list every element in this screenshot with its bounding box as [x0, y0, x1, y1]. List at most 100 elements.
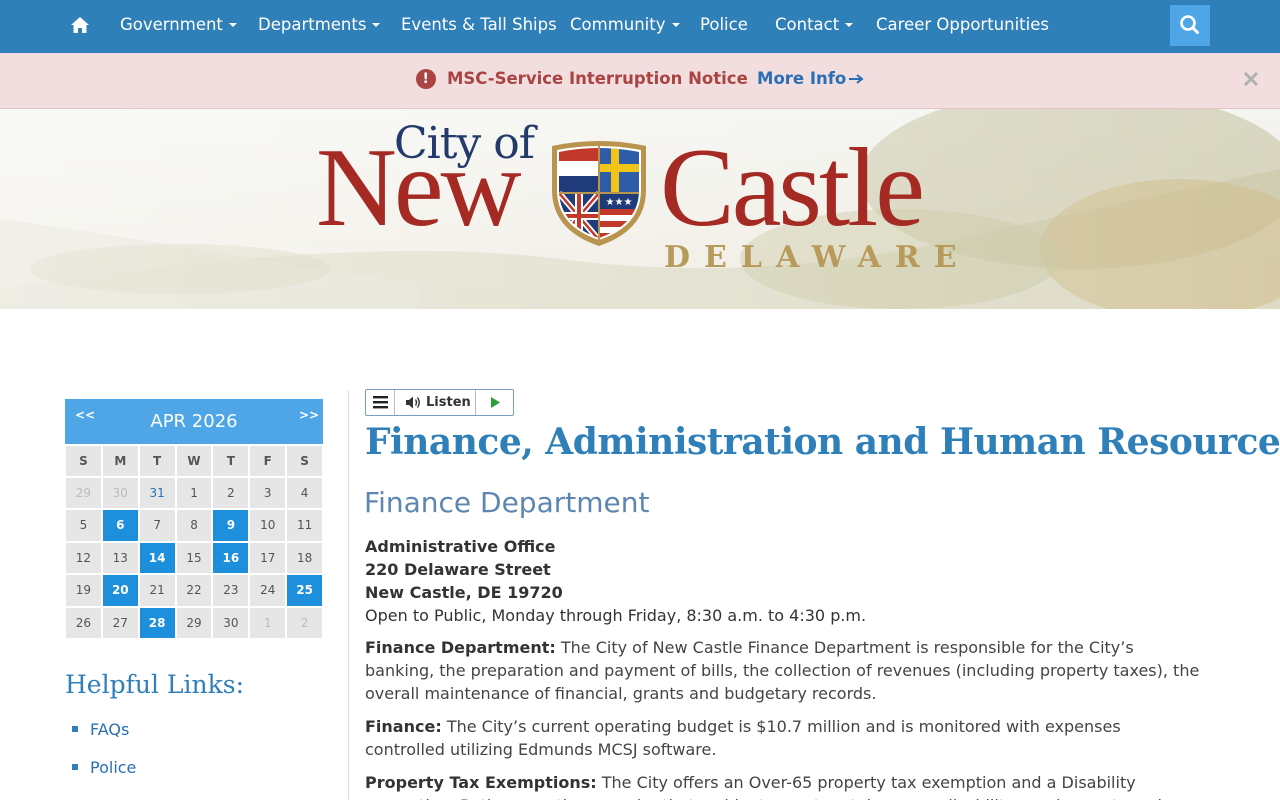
more-info-link[interactable]: More Info	[757, 69, 864, 88]
calendar-day: 29	[175, 606, 213, 639]
paragraph-label: Finance Department:	[365, 638, 556, 657]
bullet-icon	[72, 725, 78, 732]
helpful-links-list: FAQs Police	[72, 720, 136, 796]
speaker-icon	[406, 396, 420, 409]
helpful-link-faqs[interactable]: FAQs	[72, 720, 136, 758]
helpful-link-police[interactable]: Police	[72, 758, 136, 796]
nav-item-label: Contact	[775, 15, 840, 34]
calendar-day: 23	[212, 574, 250, 607]
logo-state: DELAWARE	[664, 240, 971, 275]
calendar-day-event[interactable]: 6	[101, 509, 139, 542]
calendar-header: << APR 2026 >>	[65, 399, 323, 445]
events-calendar: << APR 2026 >> S M T W T F S 29 30 31 1 2 3 4 5 6 7 8 9 10 1…	[65, 399, 324, 639]
calendar-day: 17	[249, 541, 287, 575]
calendar-day: 30	[212, 606, 250, 639]
listen-menu-button[interactable]	[366, 390, 395, 415]
calendar-day-event[interactable]: 25	[286, 574, 324, 607]
calendar-day: 8	[175, 509, 213, 542]
calendar-day: 15	[175, 541, 213, 575]
listen-label: Listen	[426, 395, 471, 410]
section-title: Finance Department	[364, 486, 650, 519]
helpful-link-label: FAQs	[90, 720, 130, 739]
calendar-day: 11	[286, 509, 324, 542]
calendar-weekday-header: M	[101, 445, 139, 477]
calendar-next-button[interactable]: >>	[299, 408, 319, 422]
calendar-day: 13	[101, 541, 139, 575]
nav-item-police[interactable]: Police	[700, 15, 748, 35]
address-line-2: 220 Delaware Street	[365, 560, 551, 579]
nav-item-label: Community	[570, 15, 666, 34]
office-hours: Open to Public, Monday through Friday, 8…	[365, 606, 867, 625]
nav-item-contact[interactable]: Contact	[775, 15, 854, 35]
play-icon	[491, 397, 500, 408]
close-icon[interactable]	[1241, 69, 1261, 89]
arrow-right-icon	[849, 74, 864, 84]
search-button[interactable]	[1170, 5, 1210, 46]
calendar-weekday-header: W	[175, 445, 213, 477]
calendar-month-title: APR 2026	[150, 411, 238, 432]
nav-item-community[interactable]: Community	[570, 15, 680, 35]
address-line-1: Administrative Office	[365, 537, 556, 556]
calendar-day: 1	[175, 477, 213, 510]
listen-play-button[interactable]	[477, 390, 513, 415]
calendar-day: 26	[65, 606, 102, 639]
helpful-links-title: Helpful Links:	[65, 670, 244, 699]
calendar-day: 12	[65, 541, 102, 575]
calendar-day: 18	[286, 541, 324, 575]
calendar-day: 1	[249, 606, 287, 639]
caret-down-icon	[228, 22, 237, 27]
shield-crest-icon: ★★★	[552, 141, 646, 246]
nav-item-label: Departments	[258, 15, 367, 34]
calendar-weekday-header: S	[286, 445, 324, 477]
calendar-day: 4	[286, 477, 324, 510]
paragraph-label: Property Tax Exemptions:	[365, 773, 597, 792]
nav-item-label: Events & Tall Ships	[401, 15, 557, 34]
menu-icon	[373, 396, 388, 409]
nav-item-label: Government	[120, 15, 223, 34]
calendar-day: 29	[65, 477, 102, 510]
calendar-weekday-header: T	[212, 445, 250, 477]
helpful-link-label: Police	[90, 758, 137, 777]
svg-text:★★★: ★★★	[606, 197, 633, 208]
nav-item-label: Career Opportunities	[876, 15, 1049, 34]
calendar-day: 7	[138, 509, 176, 542]
calendar-grid: S M T W T F S 29 30 31 1 2 3 4 5 6 7 8 9 10 11 12 13 14 15 16 17 18…	[65, 445, 324, 639]
paragraph-text: The City’s current operating budget is $…	[365, 717, 1121, 759]
readspeaker-listen-widget: Listen	[365, 389, 514, 416]
office-address: Administrative Office 220 Delaware Stree…	[365, 535, 866, 627]
nav-item-events-tall-ships[interactable]: Events & Tall Ships	[401, 15, 557, 35]
top-navbar: Government Departments Events & Tall Ships…	[0, 0, 1280, 53]
nav-item-departments[interactable]: Departments	[258, 15, 381, 35]
calendar-day-event[interactable]: 28	[138, 606, 176, 639]
sidebar-divider	[348, 390, 349, 800]
calendar-day-event[interactable]: 20	[101, 574, 139, 607]
calendar-day: 19	[65, 574, 102, 607]
calendar-day: 27	[101, 606, 139, 639]
calendar-weekday-header: S	[65, 445, 102, 477]
calendar-weekday-header: F	[249, 445, 287, 477]
calendar-day: 3	[249, 477, 287, 510]
calendar-day: 2	[286, 606, 324, 639]
paragraph-finance: Finance: The City’s current operating bu…	[365, 715, 1205, 761]
calendar-day: 22	[175, 574, 213, 607]
calendar-day-event[interactable]: 9	[212, 509, 250, 542]
nav-item-government[interactable]: Government	[120, 15, 237, 35]
calendar-day-event[interactable]: 16	[212, 541, 250, 575]
paragraph-label: Finance:	[365, 717, 442, 736]
calendar-day: 10	[249, 509, 287, 542]
alert-banner: ! MSC-Service Interruption Notice More I…	[0, 53, 1280, 109]
page-title: Finance, Administration and Human Resour…	[365, 421, 1280, 463]
listen-button[interactable]: Listen	[396, 390, 476, 415]
alert-text: MSC-Service Interruption Notice	[446, 69, 748, 88]
calendar-day: 30	[101, 477, 139, 510]
logo-castle: Castle	[660, 126, 925, 250]
paragraph-finance-department: Finance Department: The City of New Cast…	[365, 636, 1205, 705]
calendar-day-event[interactable]: 14	[138, 541, 176, 575]
logo-new: New	[316, 126, 521, 250]
nav-item-career-opportunities[interactable]: Career Opportunities	[876, 15, 1049, 35]
address-line-3: New Castle, DE 19720	[365, 583, 563, 602]
caret-down-icon	[845, 22, 854, 27]
caret-down-icon	[372, 22, 381, 27]
calendar-day: 24	[249, 574, 287, 607]
home-icon[interactable]	[69, 14, 91, 36]
